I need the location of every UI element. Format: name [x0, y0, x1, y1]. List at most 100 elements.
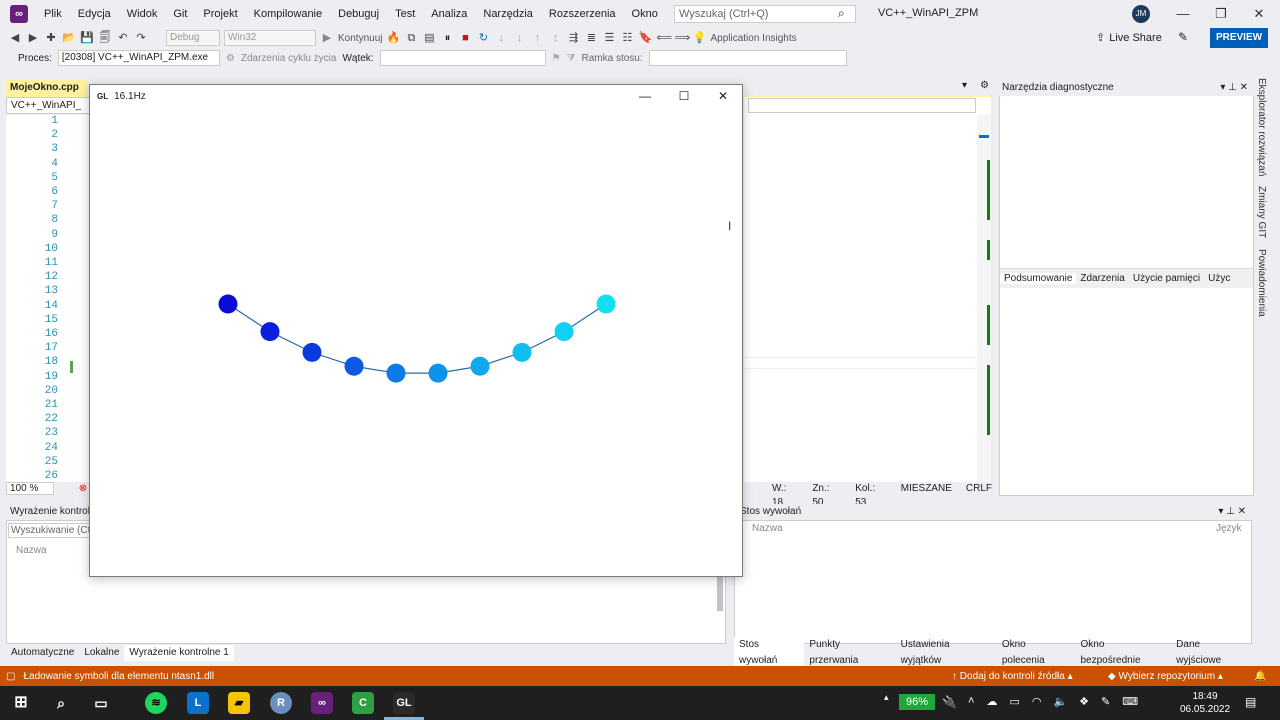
show-threads-icon[interactable]: ⇶: [566, 31, 580, 45]
call-stack-tab-0[interactable]: Stos wywołań: [734, 637, 805, 669]
side-tab-2[interactable]: Powiadomienia: [1256, 249, 1267, 317]
call-stack-tab-2[interactable]: Ustawienia wyjątków: [896, 637, 997, 669]
app-l-icon[interactable]: L: [187, 692, 209, 714]
pause-icon[interactable]: ⏸: [440, 31, 454, 45]
clion-icon[interactable]: C: [352, 692, 374, 714]
code-editor-right[interactable]: [744, 97, 991, 482]
panel-controls-icon[interactable]: ▾ ⊥ ✕: [1218, 506, 1246, 517]
gl-close-icon[interactable]: ✕: [708, 87, 738, 105]
notification-center-icon[interactable]: ▤: [1245, 695, 1256, 709]
zoom-select[interactable]: 100 %: [6, 482, 54, 495]
sticky-notes-icon[interactable]: ▰: [228, 692, 250, 714]
settings-icon[interactable]: ⚙: [980, 80, 989, 91]
close-icon[interactable]: ✕: [1248, 5, 1270, 23]
menu-item-7[interactable]: Test: [387, 0, 423, 28]
source-control-button[interactable]: ↑ Dodaj do kontroli źródła ▴: [952, 671, 1073, 682]
r-app-icon[interactable]: R: [270, 692, 292, 714]
hot-reload-icon[interactable]: 🔥: [386, 31, 401, 45]
taskbar-search-icon[interactable]: ⌕: [50, 692, 72, 714]
notifications-icon[interactable]: 🔔: [1254, 671, 1266, 682]
gl-titlebar[interactable]: GL 16.1Hz — ☐ ✕: [90, 85, 742, 107]
drive-icon[interactable]: ▭: [1009, 695, 1019, 708]
step-out-icon[interactable]: ↑: [530, 31, 544, 45]
comment-icon[interactable]: ☰: [602, 31, 616, 45]
attach-icon[interactable]: ⧉: [404, 31, 418, 45]
menu-item-3[interactable]: Git: [165, 0, 195, 28]
code-editor[interactable]: 1 2 3 4 5 6 7 8 9 10 11 12 13 14 15 16 17 18 19 20 21 22 23 24 2…: [6, 115, 90, 482]
feedback-icon[interactable]: ✎: [1178, 30, 1188, 44]
volume-icon[interactable]: 🔈: [1053, 695, 1067, 708]
error-icon[interactable]: ⊗: [79, 483, 87, 494]
gl-app-icon[interactable]: GL: [393, 692, 415, 714]
back-icon[interactable]: ◀: [8, 31, 22, 45]
visual-studio-icon[interactable]: ∞: [311, 692, 333, 714]
avatar[interactable]: JM: [1132, 5, 1150, 23]
watch-tab-1[interactable]: Lokalne: [79, 645, 124, 661]
step-over-icon[interactable]: ↓: [512, 31, 526, 45]
cloud-icon[interactable]: ☁: [986, 695, 997, 708]
pen-icon[interactable]: ✎: [1101, 695, 1110, 708]
windows-icon[interactable]: ▤: [422, 31, 436, 45]
member-navigation-combo[interactable]: [748, 98, 976, 113]
tray-up-icon[interactable]: ˄: [968, 695, 974, 708]
menu-item-4[interactable]: Projekt: [195, 0, 245, 28]
call-stack-tab-3[interactable]: Okno polecenia: [997, 637, 1076, 669]
flag-icon[interactable]: ⚑: [552, 53, 561, 64]
watch-search-input[interactable]: Wyszukiwanie (Ctr: [8, 523, 90, 538]
diagnostic-tab-2[interactable]: Użycie pamięci: [1129, 273, 1204, 284]
menu-item-5[interactable]: Kompilowanie: [246, 0, 330, 28]
menu-item-6[interactable]: Debuguj: [330, 0, 387, 28]
step-into-icon[interactable]: ↓: [494, 31, 508, 45]
lifecycle-events-button[interactable]: Zdarzenia cyklu życia: [241, 53, 337, 64]
system-clock[interactable]: 18:49 06.05.2022: [1180, 690, 1230, 716]
redo-icon[interactable]: ↷: [134, 31, 148, 45]
language-icon[interactable]: ⌨: [1122, 695, 1138, 708]
side-tab-0[interactable]: Eksplorator rozwiązań: [1256, 78, 1267, 176]
diagnostic-tab-1[interactable]: Zdarzenia: [1076, 273, 1128, 284]
watch-scrollbar[interactable]: [717, 571, 723, 611]
pin-icon[interactable]: ▾: [962, 80, 967, 91]
application-insights-button[interactable]: Application Insights: [710, 33, 796, 44]
uncomment-icon[interactable]: ☷: [620, 31, 634, 45]
diagnostic-tab-0[interactable]: Podsumowanie: [1000, 273, 1077, 284]
bookmark-prev-icon[interactable]: ⟸: [656, 31, 672, 45]
configuration-select[interactable]: Debug: [166, 30, 220, 46]
watch-tab-0[interactable]: Automatyczne: [6, 645, 79, 661]
menu-item-2[interactable]: Widok: [119, 0, 166, 28]
save-all-icon[interactable]: 🗐: [98, 31, 112, 45]
status-eol[interactable]: CRLF: [966, 482, 992, 496]
editor-tab-mojeokno[interactable]: MojeOkno.cpp: [6, 80, 88, 96]
gl-render-canvas[interactable]: [90, 107, 742, 576]
undo-icon[interactable]: ↶: [116, 31, 130, 45]
stack-frame-select[interactable]: [648, 50, 847, 66]
restore-icon[interactable]: ❐: [1210, 5, 1232, 23]
gl-window[interactable]: GL 16.1Hz — ☐ ✕: [89, 84, 743, 577]
forward-icon[interactable]: ▶: [26, 31, 40, 45]
open-icon[interactable]: 📂: [62, 31, 76, 45]
bookmark-icon[interactable]: 🔖: [638, 31, 653, 45]
thread-select[interactable]: [379, 50, 546, 66]
tray-icons[interactable]: ˄ ☁ ▭ ◠ 🔈 ❖ ✎ ⌨: [968, 695, 1138, 708]
new-item-icon[interactable]: ✚: [44, 31, 58, 45]
lightbulb-icon[interactable]: 💡: [692, 31, 707, 45]
menu-item-8[interactable]: Analiza: [423, 0, 475, 28]
task-view-icon[interactable]: ▭: [90, 692, 112, 714]
continue-button[interactable]: Kontynuuj: [338, 33, 382, 44]
filter-icon[interactable]: ⧩: [567, 53, 576, 64]
step-back-icon[interactable]: ↕: [548, 31, 562, 45]
project-navigation-combo[interactable]: VC++_WinAPI_: [6, 97, 90, 114]
continue-icon[interactable]: ▶: [320, 31, 334, 45]
status-mode[interactable]: MIESZANE: [901, 482, 952, 496]
menu-item-0[interactable]: Plik: [36, 0, 70, 28]
preview-badge[interactable]: PREVIEW: [1210, 28, 1268, 48]
battery-indicator[interactable]: 96%: [899, 694, 935, 710]
panel-controls-icon[interactable]: ▾ ⊥ ✕: [1220, 82, 1248, 93]
side-tab-1[interactable]: Zmiany GIT: [1256, 186, 1267, 238]
search-input[interactable]: Wyszukaj (Ctrl+Q): [674, 5, 856, 23]
menu-item-9[interactable]: Narzędzia: [475, 0, 541, 28]
watch-tab-2[interactable]: Wyrażenie kontrolne 1: [124, 645, 234, 661]
dropbox-icon[interactable]: ❖: [1079, 695, 1089, 708]
menu-item-1[interactable]: Edycja: [70, 0, 119, 28]
bookmark-next-icon[interactable]: ⟹: [674, 31, 690, 45]
search-icon[interactable]: ⌕: [838, 6, 845, 21]
